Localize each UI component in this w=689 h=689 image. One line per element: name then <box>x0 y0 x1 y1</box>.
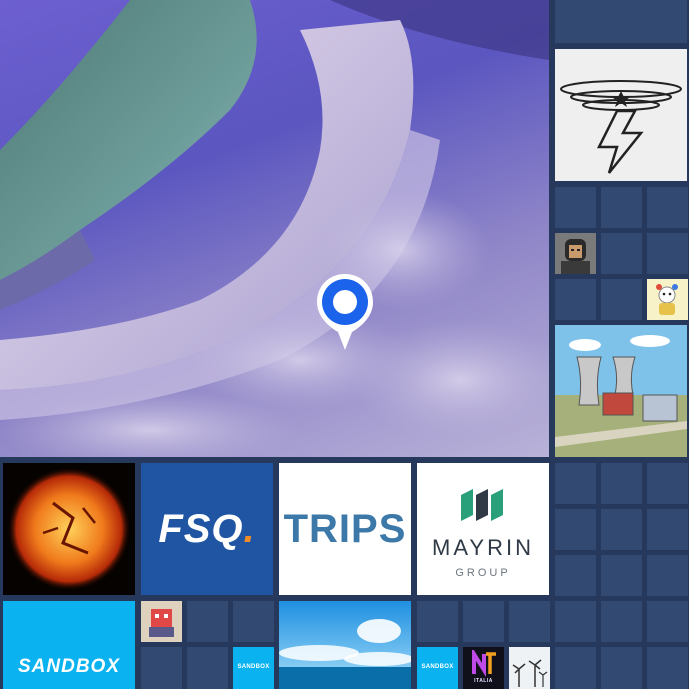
empty-tile[interactable] <box>647 463 688 504</box>
empty-tile[interactable] <box>601 279 642 320</box>
storm-badge-tile[interactable] <box>555 49 687 181</box>
mayrin-name: MAYRIN <box>432 535 534 560</box>
nft-italia-label: ITALIA <box>474 678 493 684</box>
empty-tile[interactable] <box>601 233 642 274</box>
mayrin-subtitle: GROUP <box>455 567 511 579</box>
sandbox-small-logo: SANDBOX <box>237 664 270 670</box>
empty-tile[interactable] <box>417 601 458 642</box>
pixel-character-tile[interactable] <box>141 601 182 642</box>
empty-tile[interactable] <box>647 555 688 596</box>
pixel-character-image <box>141 601 182 642</box>
empty-tile[interactable] <box>555 647 596 689</box>
empty-tile[interactable] <box>555 601 596 642</box>
empty-tile[interactable] <box>187 647 228 689</box>
empty-tile[interactable] <box>233 601 274 642</box>
nft-italia-tile[interactable]: ITALIA <box>463 647 504 689</box>
empty-tile[interactable] <box>647 187 688 228</box>
fsq-logo: FSQ. <box>158 507 256 551</box>
cartoon-character-tile[interactable] <box>647 279 688 320</box>
pixel-avatar-tile[interactable] <box>555 233 596 274</box>
trips-logo-tile[interactable]: TRIPS <box>279 463 411 595</box>
fsq-logo-tile[interactable]: FSQ. <box>141 463 273 595</box>
palm-trees-tile[interactable] <box>509 647 550 689</box>
cartoon-character-image <box>647 279 688 320</box>
empty-tile[interactable] <box>463 601 504 642</box>
mayrin-mark-icon <box>461 489 503 521</box>
empty-tile[interactable] <box>647 601 688 642</box>
empty-tile[interactable] <box>601 187 642 228</box>
empty-tile[interactable] <box>555 509 596 550</box>
location-pin-icon[interactable] <box>314 272 376 352</box>
featured-artwork-image <box>0 0 549 457</box>
empty-tile[interactable] <box>601 601 642 642</box>
empty-tile[interactable] <box>601 463 642 504</box>
sandbox-logo-tile[interactable]: SANDBOX <box>3 601 135 689</box>
sun-artwork-tile[interactable] <box>3 463 135 595</box>
sandbox-small-tile[interactable]: SANDBOX <box>233 647 274 689</box>
empty-tile[interactable] <box>187 601 228 642</box>
empty-tile[interactable] <box>555 0 687 43</box>
empty-tile[interactable] <box>647 233 688 274</box>
empty-tile[interactable] <box>555 555 596 596</box>
empty-tile[interactable] <box>141 647 182 689</box>
empty-tile[interactable] <box>509 601 550 642</box>
sandbox-small-logo: SANDBOX <box>421 664 454 670</box>
empty-tile[interactable] <box>647 509 688 550</box>
empty-tile[interactable] <box>555 463 596 504</box>
mayrin-logo-tile[interactable]: MAYRIN GROUP <box>417 463 549 595</box>
sandbox-small-tile[interactable]: SANDBOX <box>417 647 458 689</box>
tile-grid: FSQ. TRIPS MAYRIN GROUP SANDBOX SANDBOX … <box>0 0 689 689</box>
sandbox-logo: SANDBOX <box>17 656 120 677</box>
ocean-sky-image <box>279 601 411 689</box>
trips-logo: TRIPS <box>283 507 407 551</box>
lightning-badge-icon <box>560 80 682 174</box>
empty-tile[interactable] <box>555 279 596 320</box>
avatar-image <box>555 233 596 274</box>
nft-logo-icon <box>472 650 496 677</box>
empty-tile[interactable] <box>555 187 596 228</box>
ocean-sky-tile[interactable] <box>279 601 411 689</box>
empty-tile[interactable] <box>647 647 688 689</box>
power-plant-image <box>555 325 687 457</box>
empty-tile[interactable] <box>601 647 642 689</box>
palm-trees-image <box>509 647 550 689</box>
empty-tile[interactable] <box>601 555 642 596</box>
power-plant-tile[interactable] <box>555 325 687 457</box>
sun-image <box>3 463 135 595</box>
empty-tile[interactable] <box>601 509 642 550</box>
featured-artwork-tile[interactable] <box>0 0 549 457</box>
